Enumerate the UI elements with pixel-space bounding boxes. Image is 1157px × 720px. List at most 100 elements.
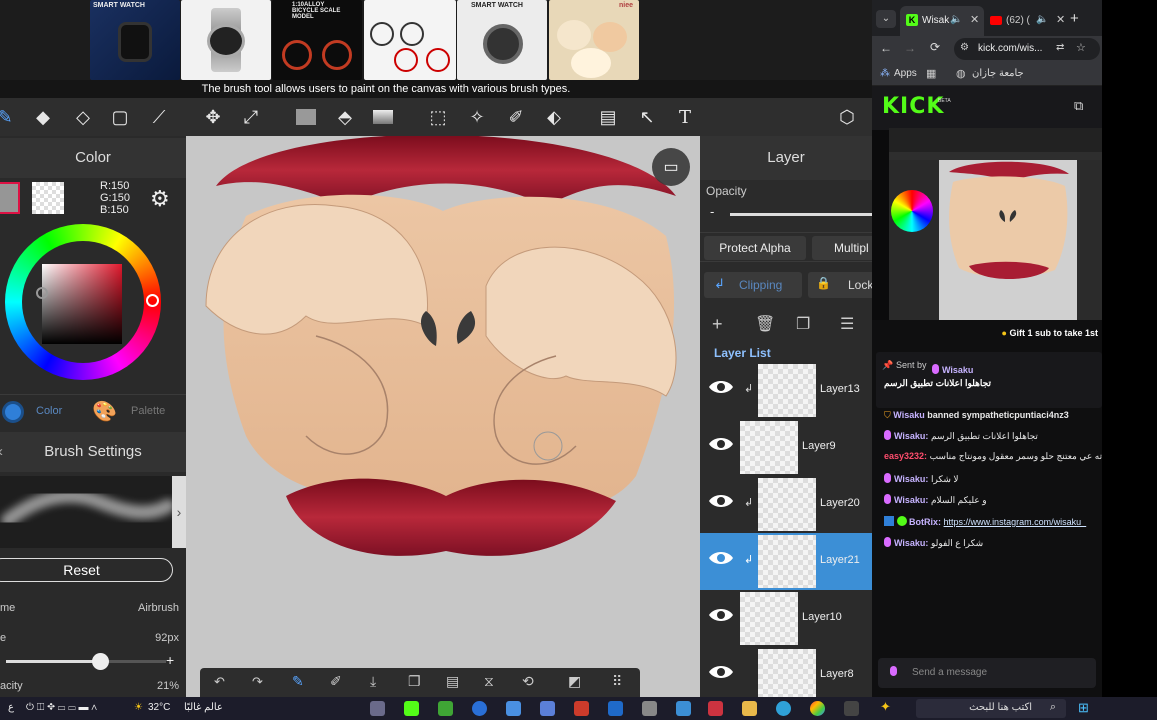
divide-frame-icon[interactable]: ▤ bbox=[595, 104, 621, 130]
translate-icon[interactable]: ⇄ bbox=[1056, 42, 1064, 53]
copy-icon[interactable]: ❐ bbox=[408, 673, 421, 690]
ad-bicycles[interactable] bbox=[364, 0, 456, 80]
chat-input[interactable]: Send a message bbox=[878, 658, 1096, 688]
minecraft-icon[interactable] bbox=[438, 701, 453, 716]
chat-username[interactable]: Wisaku: bbox=[894, 538, 928, 548]
eye-icon[interactable] bbox=[708, 378, 734, 396]
layer-row-selected[interactable]: ↲ Layer21 bbox=[700, 533, 872, 590]
transform-tool-icon[interactable]: ⤢ bbox=[238, 104, 264, 130]
taskbar-search[interactable]: اكتب هنا للبحث ⌕ bbox=[916, 699, 1066, 718]
close-icon[interactable]: ✕ bbox=[970, 13, 979, 26]
tray-icons[interactable]: ⏻ ◫ ✥ ▭ ▭ ▬ ∧ bbox=[26, 702, 97, 713]
gradient-tool-icon[interactable] bbox=[370, 104, 396, 130]
menu-grid-icon[interactable]: ⠿ bbox=[612, 673, 622, 690]
chat-username[interactable]: Wisaku bbox=[893, 410, 924, 420]
color-tab-icon[interactable] bbox=[2, 401, 24, 423]
site-info-icon[interactable]: ⚙ bbox=[960, 42, 969, 53]
primary-color-swatch[interactable] bbox=[0, 182, 20, 214]
opacity-minus[interactable]: - bbox=[710, 204, 714, 219]
select-pen-icon[interactable]: ✐ bbox=[503, 104, 529, 130]
app-icon[interactable] bbox=[506, 701, 521, 716]
tab-youtube[interactable]: (62) ( 🔈 ✕ bbox=[986, 6, 1072, 36]
eyedropper-icon[interactable]: ✐ bbox=[330, 673, 342, 690]
hue-handle[interactable] bbox=[146, 294, 159, 307]
popout-icon[interactable]: ⧉ bbox=[1074, 98, 1083, 114]
ad-smartwatch-1[interactable]: SMART WATCH bbox=[90, 0, 180, 80]
layer-row[interactable]: Layer10 bbox=[700, 590, 872, 647]
reset-button[interactable]: Reset bbox=[0, 558, 173, 582]
slider-knob[interactable] bbox=[92, 653, 110, 670]
operation-tool-icon[interactable]: ↖ bbox=[634, 104, 660, 130]
close-icon[interactable]: ✕ bbox=[1056, 13, 1065, 26]
undo-icon[interactable]: ↶ bbox=[214, 674, 225, 690]
saturation-value-box[interactable] bbox=[42, 264, 122, 344]
palette-tab[interactable]: Palette bbox=[131, 405, 165, 417]
ad-bicycle-model[interactable]: 1:10ALLOY BICYCLE SCALE MODEL bbox=[272, 0, 362, 80]
chat-username[interactable]: Wisaku: bbox=[894, 474, 928, 484]
weather-temp[interactable]: 32°C bbox=[148, 702, 170, 713]
grid-icon[interactable]: ▦ bbox=[926, 67, 936, 80]
eraser-tool-icon[interactable]: ◆ bbox=[30, 104, 56, 130]
eye-icon[interactable] bbox=[708, 663, 734, 681]
layer-row[interactable]: Layer9 bbox=[700, 419, 872, 476]
brush-list-expand-icon[interactable]: › bbox=[172, 476, 186, 548]
flip-icon[interactable]: ⧖ bbox=[484, 673, 494, 690]
kick-logo[interactable]: KICK bbox=[882, 94, 944, 119]
add-layer-icon[interactable]: + bbox=[712, 314, 723, 335]
fill-color-icon[interactable] bbox=[293, 104, 319, 130]
bucket-tool-icon[interactable]: ⬘ bbox=[332, 104, 358, 130]
tab-search-icon[interactable]: ⌄ bbox=[876, 10, 896, 28]
layer-row[interactable]: Layer8 bbox=[700, 647, 872, 697]
task-view-icon[interactable] bbox=[844, 701, 859, 716]
outlook-icon[interactable] bbox=[608, 701, 623, 716]
pinned-username[interactable]: Wisaku bbox=[942, 365, 973, 375]
chrome-icon[interactable] bbox=[810, 701, 825, 716]
snap-icon[interactable]: ◩ bbox=[568, 673, 581, 690]
url-field[interactable]: ⚙ kick.com/wis... ⇄ ☆ bbox=[954, 38, 1100, 60]
eye-icon[interactable] bbox=[708, 606, 734, 624]
tab-kick[interactable]: K Wisak 🔈 ✕ bbox=[900, 6, 984, 36]
protect-alpha-button[interactable]: Protect Alpha bbox=[704, 236, 806, 260]
audio-icon[interactable]: 🔈 bbox=[1036, 14, 1048, 25]
weather-text[interactable]: عالم غالبًا bbox=[184, 702, 223, 713]
apps-grid-icon[interactable]: ⁂ bbox=[880, 68, 890, 79]
rectangle-tool-icon[interactable]: ▢ bbox=[107, 104, 133, 130]
chat-username[interactable]: BotRix: bbox=[909, 517, 941, 527]
language-indicator[interactable]: ع bbox=[8, 702, 14, 713]
forward-icon[interactable]: → bbox=[904, 41, 916, 55]
chat-username[interactable]: easy3232: bbox=[884, 451, 927, 461]
duplicate-layer-icon[interactable]: ❐ bbox=[796, 314, 810, 334]
app-icon[interactable] bbox=[404, 701, 419, 716]
secondary-color-swatch[interactable] bbox=[32, 182, 64, 214]
opacity-slider[interactable] bbox=[730, 213, 872, 216]
eye-icon[interactable] bbox=[708, 435, 734, 453]
palette-icon[interactable]: 🎨 bbox=[92, 399, 117, 424]
materials-icon[interactable]: ⬡ bbox=[834, 104, 860, 130]
app-icon[interactable] bbox=[708, 701, 723, 716]
magic-wand-icon[interactable]: ✧ bbox=[464, 104, 490, 130]
color-tab[interactable]: Color bbox=[36, 405, 62, 417]
ad-banner[interactable]: SMART WATCH 1:10ALLOY BICYCLE SCALE MODE… bbox=[0, 0, 872, 80]
brush-tool-icon[interactable]: ✎ bbox=[0, 104, 18, 130]
stream-video[interactable] bbox=[889, 128, 1102, 320]
reload-icon[interactable]: ⟳ bbox=[930, 40, 940, 54]
audio-icon[interactable]: 🔈 bbox=[950, 14, 962, 25]
color-handle[interactable] bbox=[36, 287, 48, 299]
collapse-icon[interactable]: ‹ bbox=[0, 432, 3, 472]
chat-username[interactable]: Wisaku: bbox=[894, 495, 928, 505]
app-icon[interactable] bbox=[472, 701, 487, 716]
sparkle-icon[interactable]: ✦ bbox=[880, 699, 891, 715]
layer-menu-icon[interactable]: ☰ bbox=[840, 314, 854, 334]
eye-icon[interactable] bbox=[708, 549, 734, 567]
app-icon[interactable] bbox=[540, 701, 555, 716]
gear-icon[interactable]: ⚙ bbox=[150, 186, 170, 212]
rotate-icon[interactable]: ⟲ bbox=[522, 673, 534, 690]
drawing-canvas[interactable]: ▭ ↶ ↷ ✎ ✐ ⤓ ❐ ▤ ⧖ ⟲ ◩ ⠿ bbox=[186, 136, 700, 697]
select-eraser-icon[interactable]: ⬖ bbox=[541, 104, 567, 130]
fullscreen-icon[interactable]: ▭ bbox=[652, 148, 690, 186]
lock-button[interactable]: 🔒 Lock bbox=[808, 272, 872, 298]
app-icon[interactable] bbox=[642, 701, 657, 716]
ad-cat-toys[interactable]: niee bbox=[549, 0, 639, 80]
layer-row[interactable]: ↲ Layer13 bbox=[700, 362, 872, 419]
brush-size-slider[interactable] bbox=[6, 653, 166, 670]
